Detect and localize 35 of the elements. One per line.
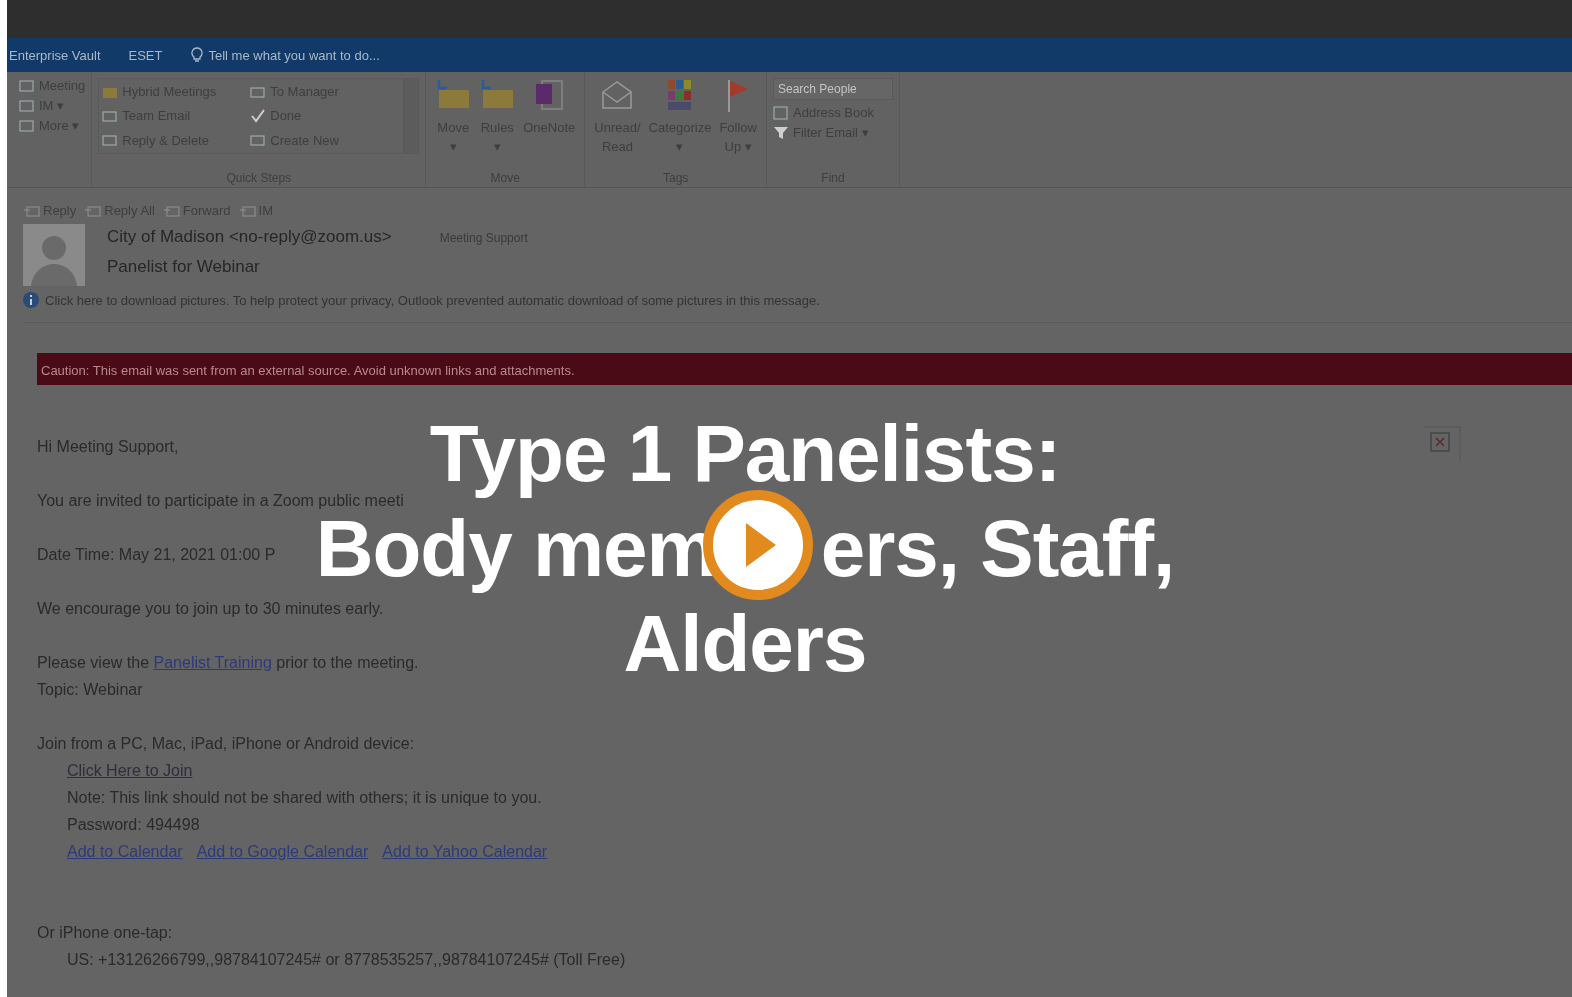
- color-grid-icon: [666, 78, 694, 112]
- window-icon: [19, 118, 35, 133]
- body-text: Password: 494498: [67, 816, 200, 833]
- info-icon: [23, 292, 39, 308]
- envelope-icon: [600, 78, 635, 112]
- search-people-field[interactable]: Search People: [773, 78, 893, 100]
- ribbon-tab[interactable]: Enterprise Vault: [9, 47, 101, 63]
- ribbon-tab[interactable]: ESET: [128, 47, 163, 63]
- broken-image-icon: [1422, 425, 1462, 463]
- mail-icon: [250, 84, 267, 99]
- body-text: Date Time: May 21, 2021 01:00 P: [37, 546, 276, 563]
- body-text: You are invited to participate in a Zoom public meeti: [37, 492, 404, 509]
- body-text: Note: This link should not be shared with others; it is unique to you.: [67, 789, 542, 806]
- mail-icon: [250, 133, 267, 148]
- tell-me-field[interactable]: Tell me what you want to do...: [190, 47, 380, 63]
- window-icon: [19, 78, 35, 93]
- envelope-arrow-icon: [162, 203, 181, 218]
- lightbulb-icon: [190, 47, 203, 63]
- check-icon: [250, 109, 267, 123]
- avatar-silhouette: [23, 224, 85, 286]
- sender: City of Madison <no-reply@zoom.us>: [107, 227, 392, 247]
- filter-icon: [773, 125, 789, 140]
- window-icon: [19, 98, 35, 113]
- body-text: Hi Meeting Support,: [37, 438, 179, 455]
- body-text: We encourage you to join up to 30 minutes early.: [37, 600, 384, 617]
- body-text: Or iPhone one-tap:: [37, 924, 173, 941]
- video-title: Alders: [623, 604, 867, 684]
- mail-icon: [102, 109, 119, 123]
- video-title: ers, Staff,: [820, 509, 1175, 589]
- caution-banner: Caution: This email was sent from an external source. Avoid unknown links and attachments.: [37, 353, 1572, 385]
- body-text: Join from a PC, Mac, iPad, iPhone or Android device:: [37, 735, 415, 752]
- subject: Panelist for Webinar: [107, 257, 261, 277]
- mail-icon: [102, 133, 119, 148]
- body-text: US: +13126266799,,98784107245# or 8778535257,,98784107245# (Toll Free): [67, 951, 626, 968]
- body-text: Topic: Webinar: [37, 681, 143, 698]
